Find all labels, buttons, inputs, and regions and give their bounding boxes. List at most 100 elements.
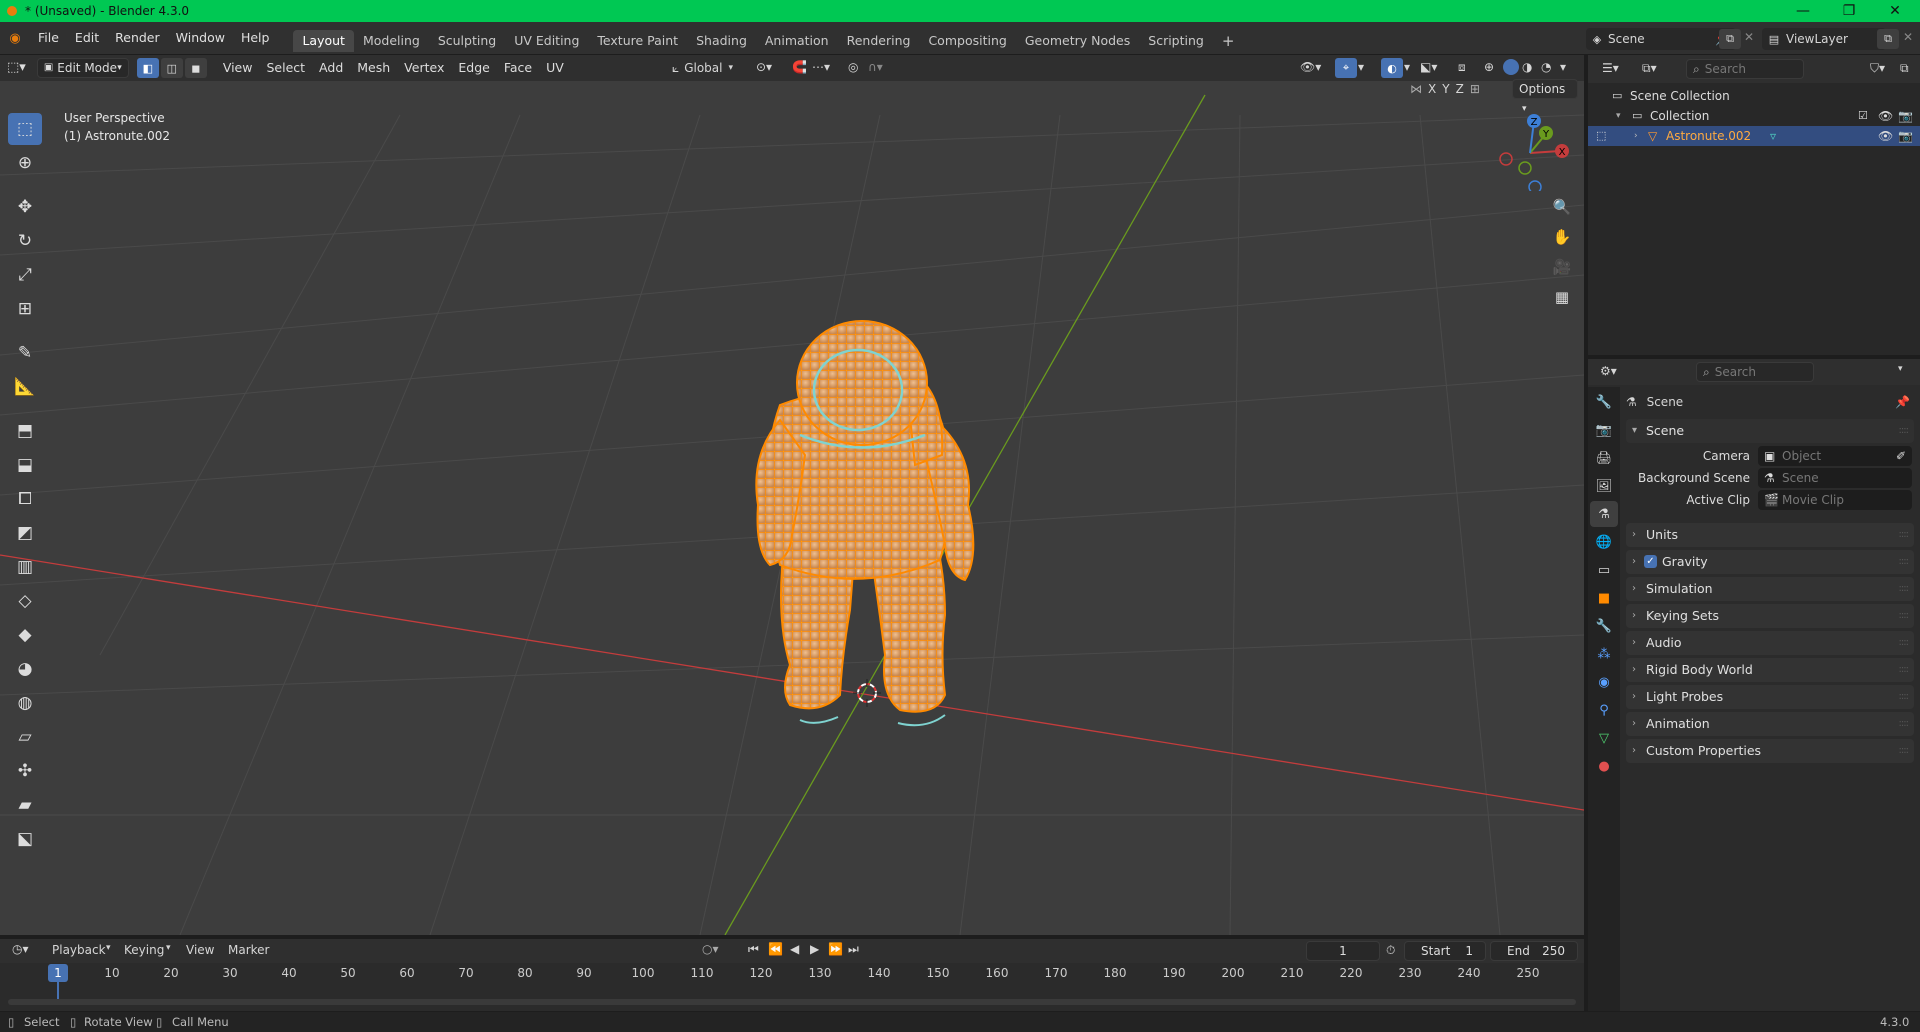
- scale-tool[interactable]: ⤢: [8, 259, 42, 291]
- minimize-button[interactable]: —: [1780, 0, 1826, 22]
- edge-slide-tool[interactable]: ▱: [8, 721, 42, 753]
- gizmo-menu-icon[interactable]: ▾: [1358, 60, 1364, 74]
- constraints-tab-icon[interactable]: ⚲: [1590, 697, 1618, 723]
- menu-edit[interactable]: Edit: [67, 26, 107, 50]
- physics-tab-icon[interactable]: ◉: [1590, 669, 1618, 695]
- eyedropper-icon[interactable]: ✐: [1896, 446, 1906, 466]
- camera-render-icon[interactable]: 📷: [1898, 126, 1913, 146]
- axis-z-toggle[interactable]: Z: [1456, 82, 1464, 96]
- zoom-icon[interactable]: 🔍: [1548, 193, 1576, 221]
- frame-ruler[interactable]: 1 10 20 30 40 50 60 70 80 90 100 110 120…: [0, 963, 1584, 1002]
- shrink-fatten-tool[interactable]: ✣: [8, 755, 42, 787]
- drag-grip-icon[interactable]: ::::: [1899, 523, 1910, 547]
- new-view-layer-icon[interactable]: ⧉: [1877, 29, 1899, 49]
- xray-toggle-icon[interactable]: ⧈: [1458, 60, 1466, 75]
- properties-search-input[interactable]: ⌕ Search: [1696, 362, 1814, 382]
- auto-merge-icon[interactable]: ⊞: [1470, 82, 1480, 96]
- menu-marker[interactable]: Marker: [228, 943, 269, 957]
- panel-audio[interactable]: › Audio ::::: [1626, 631, 1914, 655]
- knife-tool[interactable]: ◇: [8, 585, 42, 617]
- options-dropdown[interactable]: Options ▾: [1512, 79, 1578, 114]
- display-mode-icon[interactable]: ⧉▾: [1642, 61, 1657, 76]
- chevron-right-icon[interactable]: ›: [1634, 126, 1638, 146]
- menu-render[interactable]: Render: [107, 26, 168, 50]
- drag-grip-icon[interactable]: ::::: [1899, 712, 1910, 736]
- mode-selector[interactable]: ▣ Edit Mode ▾: [36, 58, 129, 78]
- measure-tool[interactable]: 📐: [8, 371, 42, 403]
- pan-hand-icon[interactable]: ✋: [1548, 223, 1576, 251]
- tab-animation[interactable]: Animation: [756, 30, 838, 52]
- chevron-down-icon[interactable]: ▾: [1616, 106, 1621, 126]
- properties-editor-type-icon[interactable]: ⚙▾: [1600, 364, 1617, 378]
- tab-scripting[interactable]: Scripting: [1139, 30, 1213, 52]
- inset-tool[interactable]: ⧠: [8, 483, 42, 515]
- panel-scene[interactable]: ▾ Scene ::::: [1626, 419, 1914, 443]
- exclude-checkbox-icon[interactable]: ☑: [1858, 106, 1868, 126]
- add-cube-tool[interactable]: ⬒: [8, 415, 42, 447]
- maximize-button[interactable]: ❐: [1826, 0, 1872, 22]
- snap-target-icon[interactable]: ⋯▾: [812, 60, 830, 74]
- play-reverse-icon[interactable]: ◀: [790, 942, 799, 956]
- drag-grip-icon[interactable]: ::::: [1899, 419, 1910, 443]
- tab-compositing[interactable]: Compositing: [919, 30, 1015, 52]
- eye-icon[interactable]: 👁: [1878, 106, 1893, 126]
- menu-mesh[interactable]: Mesh: [350, 58, 397, 78]
- tab-geometry-nodes[interactable]: Geometry Nodes: [1016, 30, 1139, 52]
- panel-simulation[interactable]: › Simulation ::::: [1626, 577, 1914, 601]
- tab-uv-editing[interactable]: UV Editing: [505, 30, 588, 52]
- scene-tab-icon[interactable]: ⚗: [1590, 501, 1618, 527]
- end-frame-field[interactable]: End 250: [1490, 941, 1578, 961]
- menu-playback[interactable]: Playback: [52, 943, 106, 957]
- outliner-search-input[interactable]: ⌕ Search: [1686, 59, 1804, 79]
- filter-icon[interactable]: ⛉▾: [1870, 61, 1885, 76]
- drag-grip-icon[interactable]: ::::: [1899, 577, 1910, 601]
- view-layer-tab-icon[interactable]: 🖼: [1590, 473, 1618, 499]
- drag-grip-icon[interactable]: ::::: [1899, 658, 1910, 682]
- drag-grip-icon[interactable]: ::::: [1899, 604, 1910, 628]
- loop-cut-tool[interactable]: ▥: [8, 551, 42, 583]
- menu-timeline-view[interactable]: View: [186, 943, 214, 957]
- outliner-row-collection[interactable]: ▾ ▭ Collection ☑ 👁 📷: [1588, 106, 1920, 126]
- tab-sculpting[interactable]: Sculpting: [429, 30, 505, 52]
- drag-grip-icon[interactable]: ::::: [1899, 685, 1910, 709]
- overlay-menu-icon[interactable]: ▾: [1404, 60, 1410, 74]
- menu-file[interactable]: File: [30, 26, 67, 50]
- tab-texture-paint[interactable]: Texture Paint: [588, 30, 687, 52]
- pivot-point-icon[interactable]: ⊙▾: [756, 60, 772, 74]
- menu-select[interactable]: Select: [259, 58, 312, 78]
- object-tab-icon[interactable]: ■: [1590, 585, 1618, 611]
- current-frame-field[interactable]: 1: [1306, 941, 1380, 961]
- chevron-down-icon[interactable]: ▾: [1898, 364, 1903, 374]
- rotate-tool[interactable]: ↻: [8, 225, 42, 257]
- transform-tool[interactable]: ⊞: [8, 293, 42, 325]
- extrude-tool[interactable]: ⬓: [8, 449, 42, 481]
- stopwatch-icon[interactable]: ⏱: [1386, 943, 1395, 958]
- timeline-editor-type-icon[interactable]: ◷▾: [12, 942, 29, 956]
- particles-tab-icon[interactable]: ⁂: [1590, 641, 1618, 667]
- collection-tab-icon[interactable]: ▭: [1590, 557, 1618, 583]
- outliner-row-scene-collection[interactable]: ▭ Scene Collection: [1588, 86, 1920, 106]
- axis-x-toggle[interactable]: X: [1428, 82, 1436, 96]
- axis-y-toggle[interactable]: Y: [1442, 82, 1449, 96]
- proportional-edit-icon[interactable]: ◎: [848, 60, 858, 74]
- start-frame-field[interactable]: Start 1: [1404, 941, 1486, 961]
- menu-window[interactable]: Window: [168, 26, 233, 50]
- jump-start-icon[interactable]: ⏮: [748, 942, 759, 957]
- scene-selector[interactable]: ◈ Scene 📌: [1586, 28, 1736, 50]
- menu-uv[interactable]: UV: [539, 58, 571, 78]
- rip-region-tool[interactable]: ⬕: [8, 823, 42, 855]
- active-clip-field[interactable]: 🎬 Movie Clip: [1758, 490, 1912, 510]
- menu-keying[interactable]: Keying: [124, 943, 164, 957]
- mesh-data-icon[interactable]: ▿: [1770, 126, 1776, 146]
- select-box-tool[interactable]: ⬚: [8, 113, 42, 145]
- menu-add[interactable]: Add: [312, 58, 350, 78]
- close-window-button[interactable]: ✕: [1872, 0, 1918, 22]
- panel-custom-properties[interactable]: › Custom Properties ::::: [1626, 739, 1914, 763]
- panel-units[interactable]: › Units ::::: [1626, 523, 1914, 547]
- output-tab-icon[interactable]: 🖨: [1590, 445, 1618, 471]
- background-scene-field[interactable]: ⚗ Scene: [1758, 468, 1912, 488]
- visibility-icon[interactable]: 👁▾: [1300, 60, 1321, 74]
- eye-icon[interactable]: 👁: [1878, 126, 1893, 146]
- drag-grip-icon[interactable]: ::::: [1899, 631, 1910, 655]
- smooth-tool[interactable]: ◍: [8, 687, 42, 719]
